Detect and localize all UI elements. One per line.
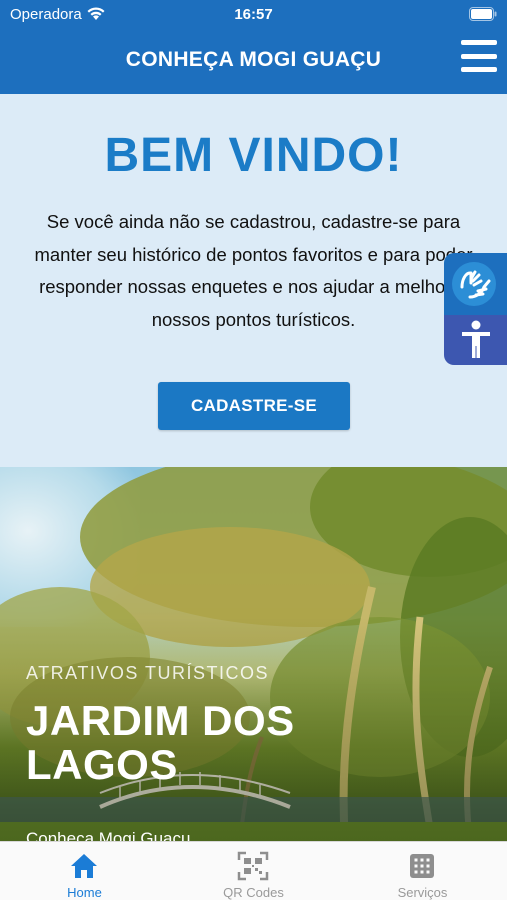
tab-qr-codes-label: QR Codes	[223, 885, 284, 900]
tab-qr-codes[interactable]: QR Codes	[169, 842, 338, 900]
grid-icon	[410, 854, 434, 878]
clock: 16:57	[234, 6, 273, 23]
hero-subtitle: Conheça Mogi Guaçu	[26, 829, 191, 841]
home-icon	[71, 854, 97, 878]
accessibility-panel	[444, 253, 507, 365]
sign-language-hands-icon	[460, 270, 491, 299]
battery-icon	[469, 7, 497, 21]
app-header: Operadora 16:57 CONHEÇA MOGI GUAÇU	[0, 0, 507, 94]
hamburger-menu-icon[interactable]	[461, 40, 497, 72]
accessibility-button[interactable]	[444, 315, 507, 365]
tab-home[interactable]: Home	[0, 842, 169, 900]
tab-servicos-label: Serviços	[397, 885, 448, 900]
welcome-section: BEM VINDO! Se você ainda não se cadastro…	[0, 94, 507, 467]
app-title: CONHEÇA MOGI GUAÇU	[125, 48, 382, 71]
welcome-title: BEM VINDO!	[104, 129, 403, 182]
tab-servicos[interactable]: Serviços	[338, 842, 507, 900]
qr-code-icon	[237, 851, 269, 881]
accessibility-person-icon	[462, 320, 490, 358]
libras-button[interactable]	[444, 253, 507, 315]
welcome-text: Se você ainda não se cadastrou, cadastre…	[34, 211, 473, 330]
tab-bar: Home QR Codes Serviços	[0, 841, 507, 900]
status-bar: Operadora 16:57	[0, 0, 507, 30]
tab-home-label: Home	[67, 885, 102, 900]
signup-button[interactable]: CADASTRE-SE	[158, 382, 350, 430]
hero-title: JARDIM DOS LAGOS	[26, 697, 295, 788]
hero-category: ATRATIVOS TURÍSTICOS	[26, 663, 270, 683]
attraction-hero-card[interactable]: ATRATIVOS TURÍSTICOS JARDIM DOS LAGOS Co…	[0, 467, 507, 841]
